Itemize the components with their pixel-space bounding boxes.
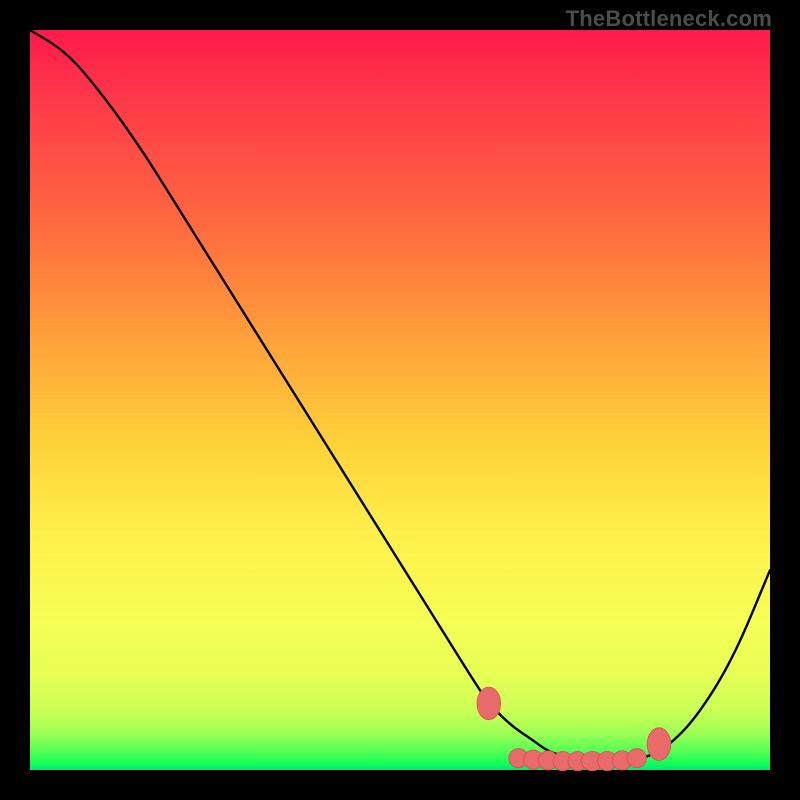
marker-dot — [627, 749, 646, 768]
curve-markers — [477, 687, 671, 771]
curve-line — [30, 30, 770, 761]
marker-dot — [647, 728, 671, 761]
chart-svg — [30, 30, 770, 770]
watermark-label: TheBottleneck.com — [566, 6, 772, 32]
marker-dot — [477, 687, 501, 720]
